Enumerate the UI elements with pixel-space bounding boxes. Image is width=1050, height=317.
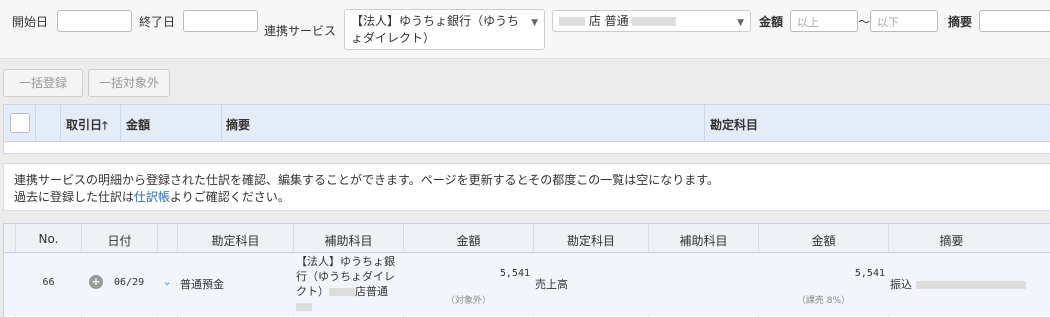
date-sort-header[interactable]: 取引日🡑: [66, 116, 108, 136]
debit-amount-header: 金額: [456, 234, 481, 248]
caret-down-icon: ▼: [531, 18, 538, 28]
filter-bar: 開始日 終了日 連携サービス 【法人】ゆうちょ銀行（ゆうちょダイレクト） ▼ 店…: [0, 0, 1050, 59]
debit-sub-header: 補助科目: [324, 234, 373, 248]
credit-tax: （課売 8%）: [796, 296, 851, 306]
memo-header: 摘要: [939, 234, 964, 248]
memo-input[interactable]: [979, 10, 1050, 32]
amount-max-input[interactable]: 以下: [870, 10, 938, 32]
debit-account-header: 勘定科目: [211, 234, 260, 248]
journal-table: No. 日付 勘定科目 補助科目 金額 勘定科目 補助科目 金額 摘要 66 +…: [3, 223, 1050, 317]
masked-text: [559, 17, 585, 26]
credit-account-header: 勘定科目: [566, 234, 615, 248]
journal-book-link[interactable]: 仕訳帳: [134, 190, 170, 204]
debit-amount[interactable]: 5,541: [404, 268, 530, 279]
range-tilde: 〜: [858, 15, 871, 29]
info-line-2: 過去に登録した仕訳は仕訳帳よりご確認ください。: [14, 190, 290, 204]
service-select-value: 【法人】ゆうちょ銀行（ゆうちょダイレクト）: [351, 14, 520, 45]
masked-text: [296, 303, 312, 311]
date-header-label: 取引日: [66, 118, 103, 132]
end-date-label: 終了日: [139, 15, 176, 29]
info-message: 連携サービスの明細から登録された仕訳を確認、編集することができます。ページを更新…: [3, 163, 1050, 211]
row-no: 66: [42, 277, 55, 288]
select-all-checkbox[interactable]: [10, 113, 30, 133]
amount-min-input[interactable]: 以上: [790, 10, 858, 32]
service-select[interactable]: 【法人】ゆうちょ銀行（ゆうちょダイレクト） ▼: [344, 9, 545, 50]
row-memo[interactable]: 振込: [890, 276, 1026, 292]
amount-label: 金額: [759, 15, 784, 29]
credit-sub-header: 補助科目: [679, 234, 728, 248]
credit-amount[interactable]: 5,541: [759, 268, 885, 279]
memo-label: 摘要: [948, 15, 973, 29]
transaction-list-table: 取引日🡑 金額 摘要 勘定科目: [3, 104, 1050, 154]
bulk-exclude-button[interactable]: 一括対象外: [88, 69, 170, 97]
start-date-label: 開始日: [12, 15, 49, 29]
info-line-1: 連携サービスの明細から登録された仕訳を確認、編集することができます。ページを更新…: [14, 173, 720, 187]
amount-header[interactable]: 金額: [126, 116, 150, 133]
caret-down-icon: ▼: [737, 18, 744, 28]
chevron-down-icon[interactable]: ⌄: [163, 277, 171, 288]
debit-account[interactable]: 普通預金: [180, 276, 224, 292]
masked-text: [329, 288, 355, 296]
account-select-value: 店 普通: [588, 14, 629, 28]
date-header: 日付: [107, 234, 132, 248]
credit-amount-header: 金額: [811, 234, 836, 248]
account-header[interactable]: 勘定科目: [710, 116, 758, 133]
no-header: No.: [38, 232, 59, 246]
masked-text: [915, 281, 1026, 289]
memo-header[interactable]: 摘要: [226, 116, 250, 133]
service-label: 連携サービス: [264, 24, 337, 38]
end-date-input[interactable]: [183, 10, 258, 32]
account-select[interactable]: 店 普通 ▼: [552, 10, 751, 32]
debit-tax: （対象外）: [445, 296, 491, 306]
table-row[interactable]: 66 + 06/29 ⌄ 普通預金 【法人】ゆうちょ銀 行（ゆうちょダイレ クト…: [4, 253, 1050, 316]
start-date-input[interactable]: [57, 10, 132, 32]
credit-account[interactable]: 売上高: [535, 276, 568, 292]
row-date: 06/29: [114, 277, 145, 288]
plus-circle-icon[interactable]: +: [89, 275, 103, 289]
debit-sub-account[interactable]: 【法人】ゆうちょ銀 行（ゆうちょダイレ クト） 店普通: [296, 254, 402, 314]
masked-text: [632, 17, 677, 26]
bulk-register-button[interactable]: 一括登録: [3, 69, 83, 97]
table-header: 取引日🡑 金額 摘要 勘定科目: [4, 105, 1050, 142]
arrow-up-icon: 🡑: [102, 119, 108, 132]
